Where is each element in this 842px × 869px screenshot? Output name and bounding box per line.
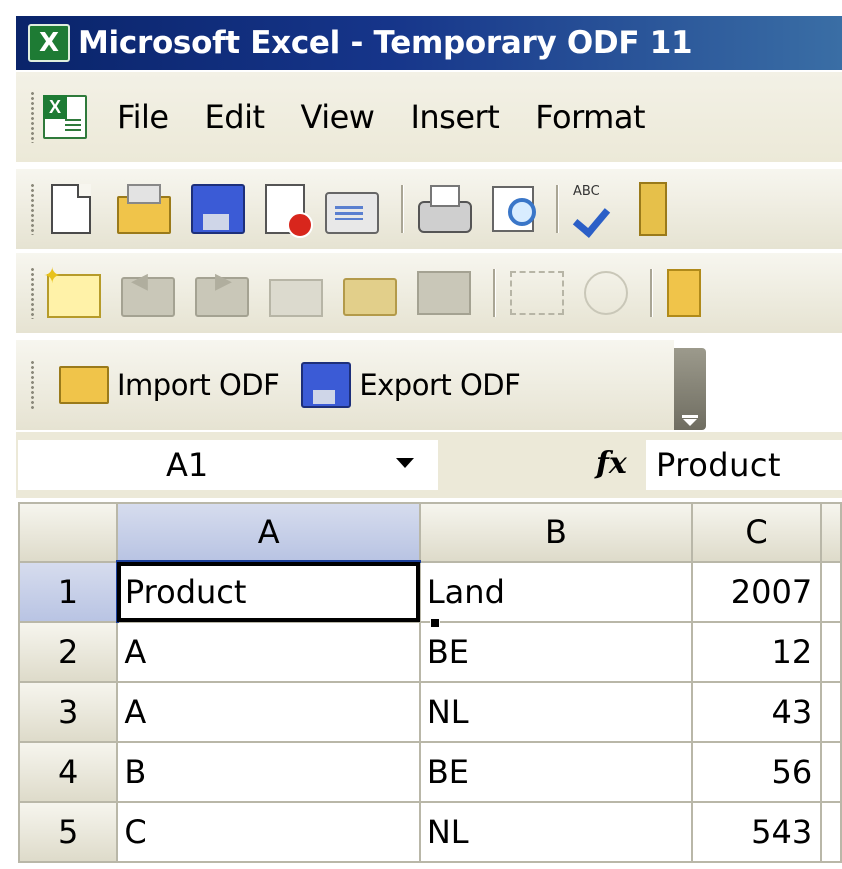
table-row: 2 A BE 12 bbox=[18, 621, 842, 683]
cell-c4[interactable]: 56 bbox=[690, 741, 823, 803]
worksheet-grid[interactable]: A B C 1 Product Land 2007 2 A BE 12 3 A … bbox=[18, 502, 842, 869]
table-row: 5 C NL 543 bbox=[18, 801, 842, 863]
menu-edit[interactable]: Edit bbox=[205, 98, 265, 136]
name-box[interactable]: A1 bbox=[18, 440, 438, 490]
name-box-value: A1 bbox=[166, 446, 209, 484]
standard-toolbar bbox=[16, 168, 842, 249]
formula-bar: A1 fx Product bbox=[16, 432, 842, 498]
cell-d2[interactable] bbox=[820, 621, 842, 683]
column-header-row: A B C bbox=[18, 502, 842, 563]
email-icon[interactable] bbox=[325, 192, 379, 234]
ink-annotations-icon[interactable] bbox=[510, 271, 564, 315]
column-header-b[interactable]: B bbox=[418, 502, 693, 563]
toolbar-grip[interactable] bbox=[30, 267, 35, 319]
cell-b3[interactable]: NL bbox=[418, 681, 693, 743]
title-bar: X Microsoft Excel - Temporary ODF 11 bbox=[16, 16, 842, 70]
menu-bar: File Edit View Insert Format bbox=[16, 72, 842, 162]
window-title: Microsoft Excel - Temporary ODF 11 bbox=[78, 25, 693, 61]
next-comment-icon[interactable] bbox=[195, 269, 249, 317]
save-icon[interactable] bbox=[191, 184, 245, 234]
cell-a2[interactable]: A bbox=[116, 621, 421, 683]
new-comment-icon[interactable] bbox=[43, 264, 101, 318]
cell-a5[interactable]: C bbox=[116, 801, 421, 863]
cell-a4[interactable]: B bbox=[116, 741, 421, 803]
cell-b5[interactable]: NL bbox=[418, 801, 693, 863]
menu-view[interactable]: View bbox=[301, 98, 375, 136]
reviewing-toolbar bbox=[16, 252, 842, 333]
cell-d5[interactable] bbox=[820, 801, 842, 863]
excel-app-icon[interactable]: X bbox=[28, 24, 70, 62]
cell-d1[interactable] bbox=[820, 560, 842, 623]
cell-b4[interactable]: BE bbox=[418, 741, 693, 803]
row-header-2[interactable]: 2 bbox=[18, 621, 119, 683]
row-header-1[interactable]: 1 bbox=[18, 560, 119, 623]
cell-c1[interactable]: 2007 bbox=[690, 560, 823, 623]
column-header-d[interactable] bbox=[820, 502, 842, 563]
print-icon[interactable] bbox=[418, 185, 472, 233]
table-row: 1 Product Land 2007 bbox=[18, 560, 842, 623]
cell-c5[interactable]: 543 bbox=[690, 801, 823, 863]
cell-d4[interactable] bbox=[820, 741, 842, 803]
cell-c3[interactable]: 43 bbox=[690, 681, 823, 743]
open-folder-icon bbox=[59, 366, 109, 404]
column-header-a[interactable]: A bbox=[116, 502, 421, 563]
menu-format[interactable]: Format bbox=[535, 98, 645, 136]
import-odf-button[interactable]: Import ODF bbox=[59, 366, 280, 404]
name-box-dropdown-icon[interactable] bbox=[396, 458, 414, 468]
cell-a1[interactable]: Product bbox=[116, 560, 421, 623]
export-odf-label: Export ODF bbox=[359, 368, 521, 402]
print-preview-icon[interactable] bbox=[492, 186, 536, 232]
open-icon[interactable] bbox=[117, 184, 171, 234]
new-icon[interactable] bbox=[51, 184, 91, 234]
export-odf-button[interactable]: Export ODF bbox=[301, 362, 521, 408]
cell-b2[interactable]: BE bbox=[418, 621, 693, 683]
toolbar-separator bbox=[401, 185, 404, 233]
odf-toolbar: Import ODF Export ODF bbox=[16, 340, 674, 430]
delete-ink-icon[interactable] bbox=[584, 271, 628, 315]
research-icon[interactable] bbox=[639, 182, 667, 236]
menu-insert[interactable]: Insert bbox=[410, 98, 499, 136]
toolbar-separator bbox=[493, 269, 496, 317]
table-row: 4 B BE 56 bbox=[18, 741, 842, 803]
excel-document-icon[interactable] bbox=[43, 95, 87, 139]
cell-d3[interactable] bbox=[820, 681, 842, 743]
row-header-5[interactable]: 5 bbox=[18, 801, 119, 863]
row-header-4[interactable]: 4 bbox=[18, 741, 119, 803]
import-odf-label: Import ODF bbox=[117, 368, 280, 402]
toolbar-grip[interactable] bbox=[30, 360, 35, 410]
menu-file[interactable]: File bbox=[117, 98, 169, 136]
reviewing-pane-icon[interactable] bbox=[667, 269, 701, 317]
spelling-icon[interactable] bbox=[573, 184, 619, 234]
table-row: 3 A NL 43 bbox=[18, 681, 842, 743]
show-comment-icon[interactable] bbox=[269, 279, 323, 317]
select-all-corner[interactable] bbox=[18, 502, 119, 563]
permission-icon[interactable] bbox=[265, 184, 313, 238]
column-header-c[interactable]: C bbox=[690, 502, 823, 563]
menubar-grip[interactable] bbox=[30, 91, 35, 143]
toolbar-grip[interactable] bbox=[30, 183, 35, 235]
save-icon bbox=[301, 362, 352, 408]
toolbar-options-chevron-icon[interactable] bbox=[674, 348, 706, 430]
formula-value: Product bbox=[656, 446, 781, 484]
formula-input[interactable]: Product bbox=[646, 440, 842, 490]
cell-c2[interactable]: 12 bbox=[690, 621, 823, 683]
toolbar-separator bbox=[650, 269, 653, 317]
cell-a3[interactable]: A bbox=[116, 681, 421, 743]
insert-function-icon[interactable]: fx bbox=[596, 446, 627, 481]
toolbar-separator bbox=[556, 185, 559, 233]
previous-comment-icon[interactable] bbox=[121, 269, 175, 317]
row-header-3[interactable]: 3 bbox=[18, 681, 119, 743]
cell-b1[interactable]: Land bbox=[418, 560, 693, 623]
fill-handle[interactable] bbox=[430, 618, 440, 628]
delete-comment-icon[interactable] bbox=[417, 271, 471, 315]
show-all-comments-icon[interactable] bbox=[343, 278, 397, 316]
